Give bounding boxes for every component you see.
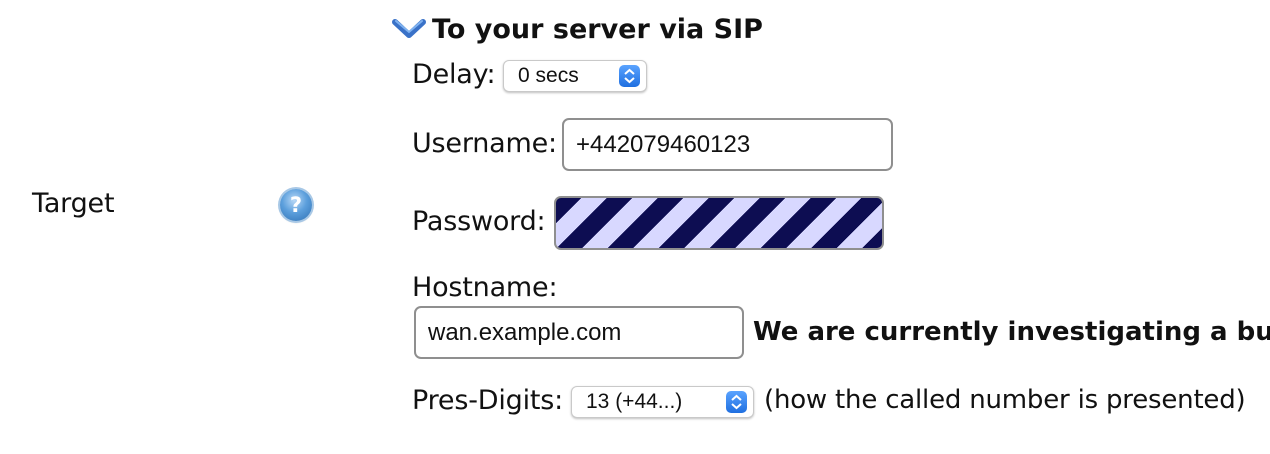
presdigits-label: Pres-Digits: [412, 385, 564, 416]
username-input[interactable]: +442079460123 [562, 118, 893, 171]
delay-select-value: 0 secs [518, 64, 579, 87]
password-label: Password: [412, 206, 546, 237]
password-input[interactable] [554, 196, 884, 250]
hostname-notice: We are currently investigating a bug w [753, 317, 1270, 347]
target-label: Target [32, 188, 115, 219]
presdigits-select[interactable]: 13 (+44...) [571, 386, 754, 418]
question-icon[interactable]: ? [280, 189, 312, 221]
select-stepper-icon [619, 65, 640, 87]
select-stepper-icon [726, 391, 747, 413]
hostname-value: wan.example.com [428, 318, 622, 346]
hostname-input[interactable]: wan.example.com [414, 306, 744, 359]
section-title: To your server via SIP [432, 14, 763, 45]
delay-label: Delay: [412, 59, 496, 90]
delay-select[interactable]: 0 secs [503, 60, 647, 92]
presdigits-select-value: 13 (+44...) [586, 390, 683, 413]
presdigits-note: (how the called number is presented) [764, 385, 1246, 415]
username-value: +442079460123 [576, 130, 751, 158]
username-label: Username: [412, 128, 557, 159]
chevron-down-icon[interactable] [392, 18, 426, 40]
hostname-label: Hostname: [412, 272, 558, 303]
